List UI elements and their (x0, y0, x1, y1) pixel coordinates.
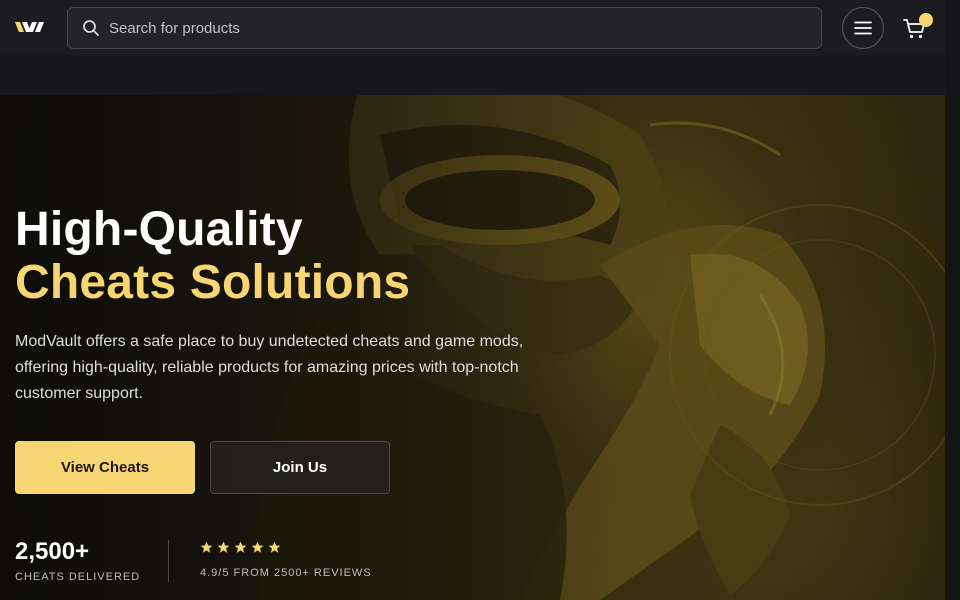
star-icon (200, 541, 213, 553)
search-bar[interactable] (67, 7, 822, 49)
star-icon (251, 541, 264, 553)
hero-title: High-Quality Cheats Solutions (15, 203, 410, 309)
cart-button[interactable] (900, 12, 936, 44)
hero-description: ModVault offers a safe place to buy unde… (15, 333, 524, 402)
hero-section: High-Quality Cheats Solutions ModVault o… (0, 95, 945, 600)
star-icon (234, 541, 247, 553)
cheats-delivered-count: 2,500+ (15, 538, 90, 565)
hamburger-menu-icon (854, 21, 872, 35)
cheats-delivered-label: CHEATS DELIVERED (15, 571, 141, 583)
modvault-logo-icon[interactable] (14, 19, 48, 35)
view-cheats-button[interactable]: View Cheats (15, 441, 195, 494)
rating-stars (200, 541, 281, 554)
header-strip (0, 55, 945, 95)
star-icon (268, 541, 281, 553)
search-input[interactable] (109, 19, 809, 37)
hero-title-line-2: Cheats Solutions (15, 256, 411, 309)
stats-divider (168, 540, 169, 582)
cart-badge (919, 13, 933, 27)
rating-text: 4.9/5 FROM 2500+ REVIEWS (200, 567, 372, 579)
hero-title-line-1: High-Quality (15, 203, 303, 256)
star-icon (217, 541, 230, 553)
top-navigation-bar (0, 0, 945, 55)
menu-button[interactable] (842, 7, 884, 49)
search-icon (83, 20, 99, 36)
join-us-button[interactable]: Join Us (210, 441, 390, 494)
scrollbar-track (945, 0, 960, 600)
